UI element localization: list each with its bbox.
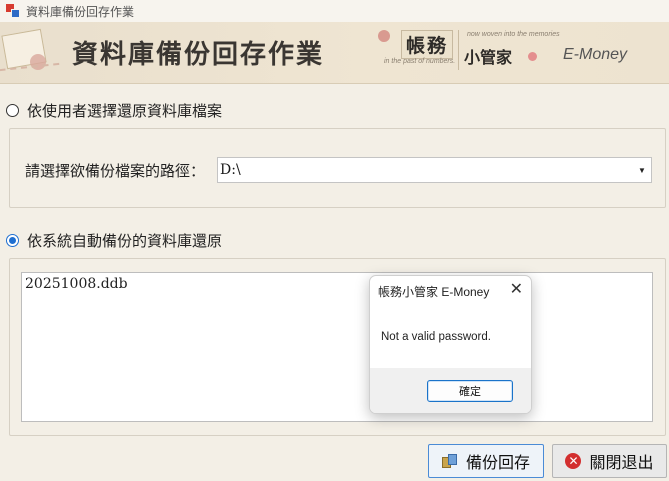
ok-button[interactable]: 確定 — [427, 380, 513, 402]
path-value: D:\ — [220, 162, 241, 178]
backup-file-list[interactable]: 20251008.ddb — [21, 272, 653, 422]
radio-user-select[interactable]: 依使用者選擇還原資料庫檔案 — [6, 100, 222, 121]
banner-tagline-top: now woven into the memories — [467, 31, 560, 38]
brand-logo-main: 帳務 — [401, 30, 454, 59]
radio-label: 依系統自動備份的資料庫還原 — [27, 233, 223, 250]
close-exit-button-label: 關閉退出 — [589, 455, 654, 472]
list-item[interactable]: 20251008.ddb — [25, 276, 649, 292]
restore-button-label: 備份回存 — [465, 455, 530, 472]
banner-title: 資料庫備份回存作業 — [72, 40, 325, 70]
message-dialog: 帳務小管家 E-Money ✕ Not a valid password. 確定 — [369, 275, 532, 414]
dialog-message: Not a valid password. — [381, 331, 491, 343]
dot-decoration — [378, 30, 390, 42]
close-icon[interactable]: ✕ — [510, 282, 523, 298]
window-titlebar: 資料庫備份回存作業 — [0, 0, 669, 22]
radio-auto-backup[interactable]: 依系統自動備份的資料庫還原 — [6, 230, 222, 251]
close-circle-icon: ✕ — [565, 453, 582, 469]
dot-decoration — [528, 52, 537, 61]
path-dropdown[interactable]: D:\ ▼ — [217, 157, 652, 183]
radio-button[interactable] — [6, 104, 19, 117]
brand-logo-sub: 小管家 — [464, 48, 513, 67]
radio-button-selected[interactable] — [6, 234, 19, 247]
dialog-title: 帳務小管家 E-Money — [378, 284, 490, 299]
restore-icon — [441, 453, 458, 469]
chevron-down-icon[interactable]: ▼ — [633, 166, 651, 175]
banner-tagline-bottom: in the past of numbers. — [384, 58, 456, 65]
close-exit-button[interactable]: ✕ 關閉退出 — [552, 444, 667, 478]
restore-button[interactable]: 備份回存 — [428, 444, 544, 478]
radio-label: 依使用者選擇還原資料庫檔案 — [27, 103, 223, 120]
product-name: E-Money — [563, 46, 628, 63]
header-banner: 資料庫備份回存作業 帳務 now woven into the memories… — [0, 22, 669, 84]
window-title: 資料庫備份回存作業 — [26, 4, 135, 19]
path-label: 請選擇欲備份檔案的路徑： — [25, 163, 206, 180]
divider — [458, 30, 459, 70]
app-icon — [6, 4, 20, 18]
